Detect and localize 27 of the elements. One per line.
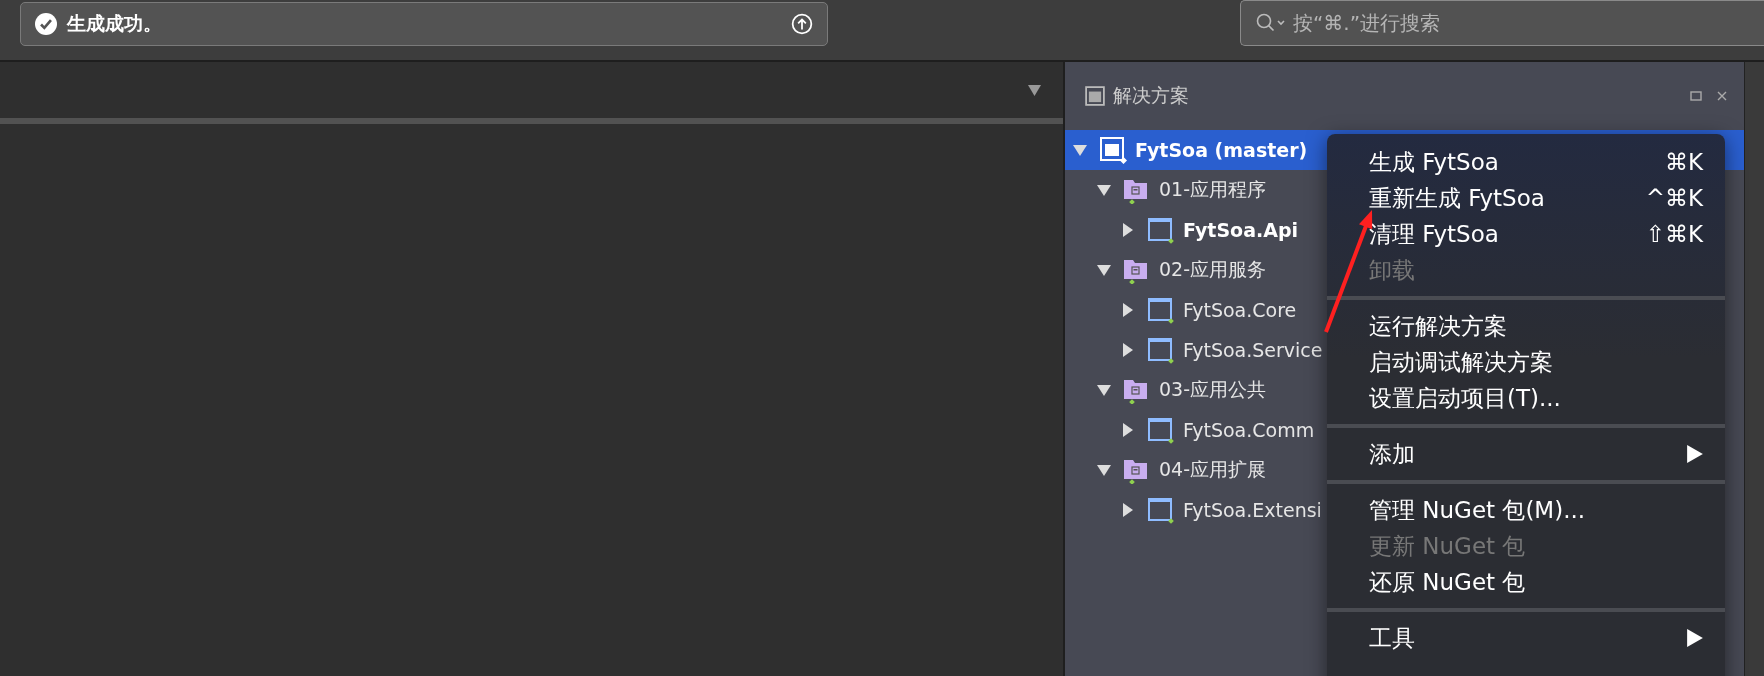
tree-label: FytSoa.Service [1183, 339, 1323, 361]
shortcut-label: ⌘K [1664, 149, 1703, 175]
tree-label: FytSoa.Core [1183, 299, 1297, 321]
menu-item-label: 还原 NuGet 包 [1369, 567, 1527, 597]
tree-label: FytSoa.Api [1183, 219, 1298, 241]
tree-label: FytSoa (master) [1135, 139, 1308, 161]
menu-item-label: 运行解决方案 [1369, 311, 1508, 341]
status-message: 生成成功。 [67, 11, 163, 36]
shortcut-label: ^⌘K [1645, 185, 1703, 211]
menu-item-label: 更新 NuGet 包 [1369, 531, 1527, 561]
menu-item-label: 管理 NuGet 包(M)... [1369, 495, 1587, 525]
tree-label: 04-应用扩展 [1159, 457, 1267, 482]
tree-label: 02-应用服务 [1159, 257, 1267, 282]
tree-label: 03-应用公共 [1159, 377, 1267, 402]
menu-item-label: 设置启动项目(T)... [1369, 383, 1562, 413]
menu-item-label: 添加 [1369, 439, 1416, 469]
menu-item-label: 清理 FytSoa [1369, 219, 1500, 249]
menu-item-label: 工具 [1369, 623, 1416, 653]
tree-label: FytSoa.Extensi [1183, 499, 1322, 521]
tree-label: FytSoa.Comm [1183, 419, 1315, 441]
shortcut-label: ⇧⌘K [1645, 221, 1703, 247]
menu-item-label: 生成 FytSoa [1369, 147, 1500, 177]
menu-item-label: 启动调试解决方案 [1369, 347, 1554, 377]
menu-item-label: 卸载 [1369, 255, 1416, 285]
tree-label: 01-应用程序 [1159, 177, 1267, 202]
panel-title: 解决方案 [1113, 83, 1189, 108]
menu-item-label: 重新生成 FytSoa [1369, 183, 1546, 213]
